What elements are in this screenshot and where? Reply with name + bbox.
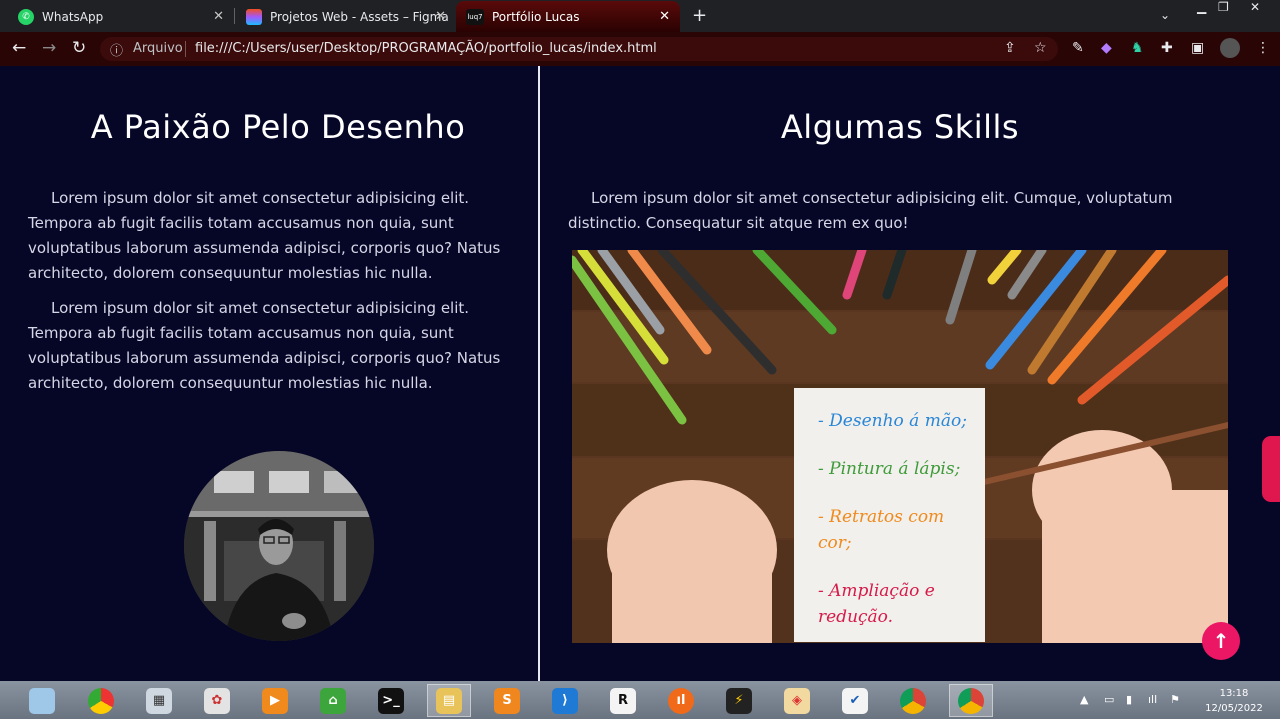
close-tab-icon[interactable]: ✕ <box>659 9 670 24</box>
taskbar-calculator-icon[interactable]: ▦ <box>137 684 181 717</box>
skills-image: - Desenho á mão; - Pintura á lápis; - Re… <box>572 250 1228 643</box>
page-scrollbar-thumb[interactable] <box>1262 436 1280 502</box>
side-panel-icon[interactable]: ▣ <box>1191 40 1204 56</box>
tab-portfolio[interactable]: luq7 Portfólio Lucas ✕ <box>456 1 680 32</box>
close-tab-icon[interactable]: ✕ <box>435 9 446 24</box>
taskbar-maps-icon[interactable]: ◈ <box>775 684 819 717</box>
address-divider <box>185 41 186 57</box>
taskbar-sublime-icon[interactable]: S <box>485 684 529 717</box>
new-tab-button[interactable]: + <box>692 5 707 26</box>
tab-separator <box>234 8 235 24</box>
clock-date: 12/05/2022 <box>1205 703 1263 714</box>
tray-network-icon[interactable]: ▭ <box>1104 693 1114 706</box>
minimize-button[interactable]: ▁ <box>1197 0 1206 14</box>
tray-signal-icon[interactable]: ıll <box>1148 693 1157 706</box>
whatsapp-icon: ✆ <box>18 8 34 25</box>
security-label: Arquivo <box>133 41 183 56</box>
pen-extension-icon[interactable]: ✎ <box>1072 40 1084 56</box>
profile-photo <box>184 451 374 641</box>
green-extension-icon[interactable]: ♞ <box>1131 40 1144 56</box>
page-viewport: A Paixão Pelo Desenho Lorem ipsum dolor … <box>0 66 1280 681</box>
tab-title: Portfólio Lucas <box>492 9 580 24</box>
clock-time: 13:18 <box>1219 688 1249 699</box>
skill-item: - Ampliação e redução. <box>818 581 935 627</box>
taskbar-r-icon[interactable]: R <box>601 684 645 717</box>
tray-flag-icon[interactable]: ⚑ <box>1170 693 1180 706</box>
figma-icon <box>246 8 262 25</box>
close-tab-icon[interactable]: ✕ <box>213 9 224 24</box>
taskbar-bolt-icon[interactable]: ⚡ <box>717 684 761 717</box>
profile-avatar[interactable] <box>1220 38 1240 58</box>
passion-paragraph-1: Lorem ipsum dolor sit amet consectetur a… <box>28 189 501 282</box>
taskbar-vscode-icon[interactable]: ⟩ <box>543 684 587 717</box>
reload-icon[interactable]: ↻ <box>72 38 86 58</box>
taskbar-clock[interactable]: 13:18 12/05/2022 <box>1198 686 1270 716</box>
tray-expand-icon[interactable]: ▲ <box>1080 693 1088 706</box>
bookmark-star-icon[interactable]: ☆ <box>1034 40 1047 56</box>
share-icon[interactable]: ⇪ <box>1004 40 1016 56</box>
back-arrow-icon[interactable]: ← <box>12 38 26 58</box>
taskbar-chrome-active-icon[interactable] <box>949 684 993 717</box>
arrow-up-icon: ↑ <box>1212 629 1230 653</box>
info-icon[interactable]: ⓘ <box>110 40 123 59</box>
taskbar-terminal-icon[interactable]: >_ <box>369 684 413 717</box>
passion-paragraph-2: Lorem ipsum dolor sit amet consectetur a… <box>28 299 501 392</box>
tab-search-chevron-icon[interactable]: ⌄ <box>1160 8 1170 22</box>
taskbar-media-player-icon[interactable]: ▶ <box>253 684 297 717</box>
section-divider <box>538 66 540 681</box>
taskbar-desktop-icon[interactable] <box>20 684 64 717</box>
tab-figma[interactable]: Projetos Web - Assets – Figma ✕ <box>236 1 456 32</box>
skill-item: - Desenho á mão; <box>818 411 967 431</box>
taskbar-stats-icon[interactable]: ıl <box>659 684 703 717</box>
portfolio-favicon: luq7 <box>466 8 484 25</box>
skills-title: Algumas Skills <box>780 108 1020 146</box>
forward-arrow-icon[interactable]: → <box>42 38 56 58</box>
taskbar-paint-icon[interactable]: ✿ <box>195 684 239 717</box>
taskbar-chrome-icon[interactable] <box>891 684 935 717</box>
close-window-button[interactable]: ✕ <box>1250 0 1260 14</box>
scroll-to-top-button[interactable]: ↑ <box>1202 622 1240 660</box>
tab-title: Projetos Web - Assets – Figma <box>270 9 449 24</box>
restore-button[interactable]: ❐ <box>1218 0 1229 14</box>
purple-extension-icon[interactable]: ◆ <box>1101 40 1112 56</box>
tab-title: WhatsApp <box>42 9 104 24</box>
skills-note-card: - Desenho á mão; - Pintura á lápis; - Re… <box>794 388 985 642</box>
skill-item: - Pintura á lápis; <box>818 459 961 479</box>
tray-battery-icon[interactable]: ▮ <box>1126 693 1132 706</box>
menu-kebab-icon[interactable]: ⋮ <box>1256 40 1270 56</box>
extensions-puzzle-icon[interactable]: ✚ <box>1161 40 1173 56</box>
passion-title: A Paixão Pelo Desenho <box>90 108 466 146</box>
skills-paragraph: Lorem ipsum dolor sit amet consectetur a… <box>568 189 1173 232</box>
taskbar-chrome-alt-icon[interactable] <box>79 684 123 717</box>
taskbar-android-studio-icon[interactable]: ⌂ <box>311 684 355 717</box>
taskbar-file-explorer-icon[interactable]: ▤ <box>427 684 471 717</box>
tab-whatsapp[interactable]: ✆ WhatsApp ✕ <box>0 1 234 32</box>
tab-strip: ✆ WhatsApp ✕ Projetos Web - Assets – Fig… <box>0 0 1280 32</box>
taskbar-check-icon[interactable]: ✔ <box>833 684 877 717</box>
skill-item: - Retratos com cor; <box>818 507 945 553</box>
url-text[interactable]: file:///C:/Users/user/Desktop/PROGRAMAÇÃ… <box>195 41 657 56</box>
